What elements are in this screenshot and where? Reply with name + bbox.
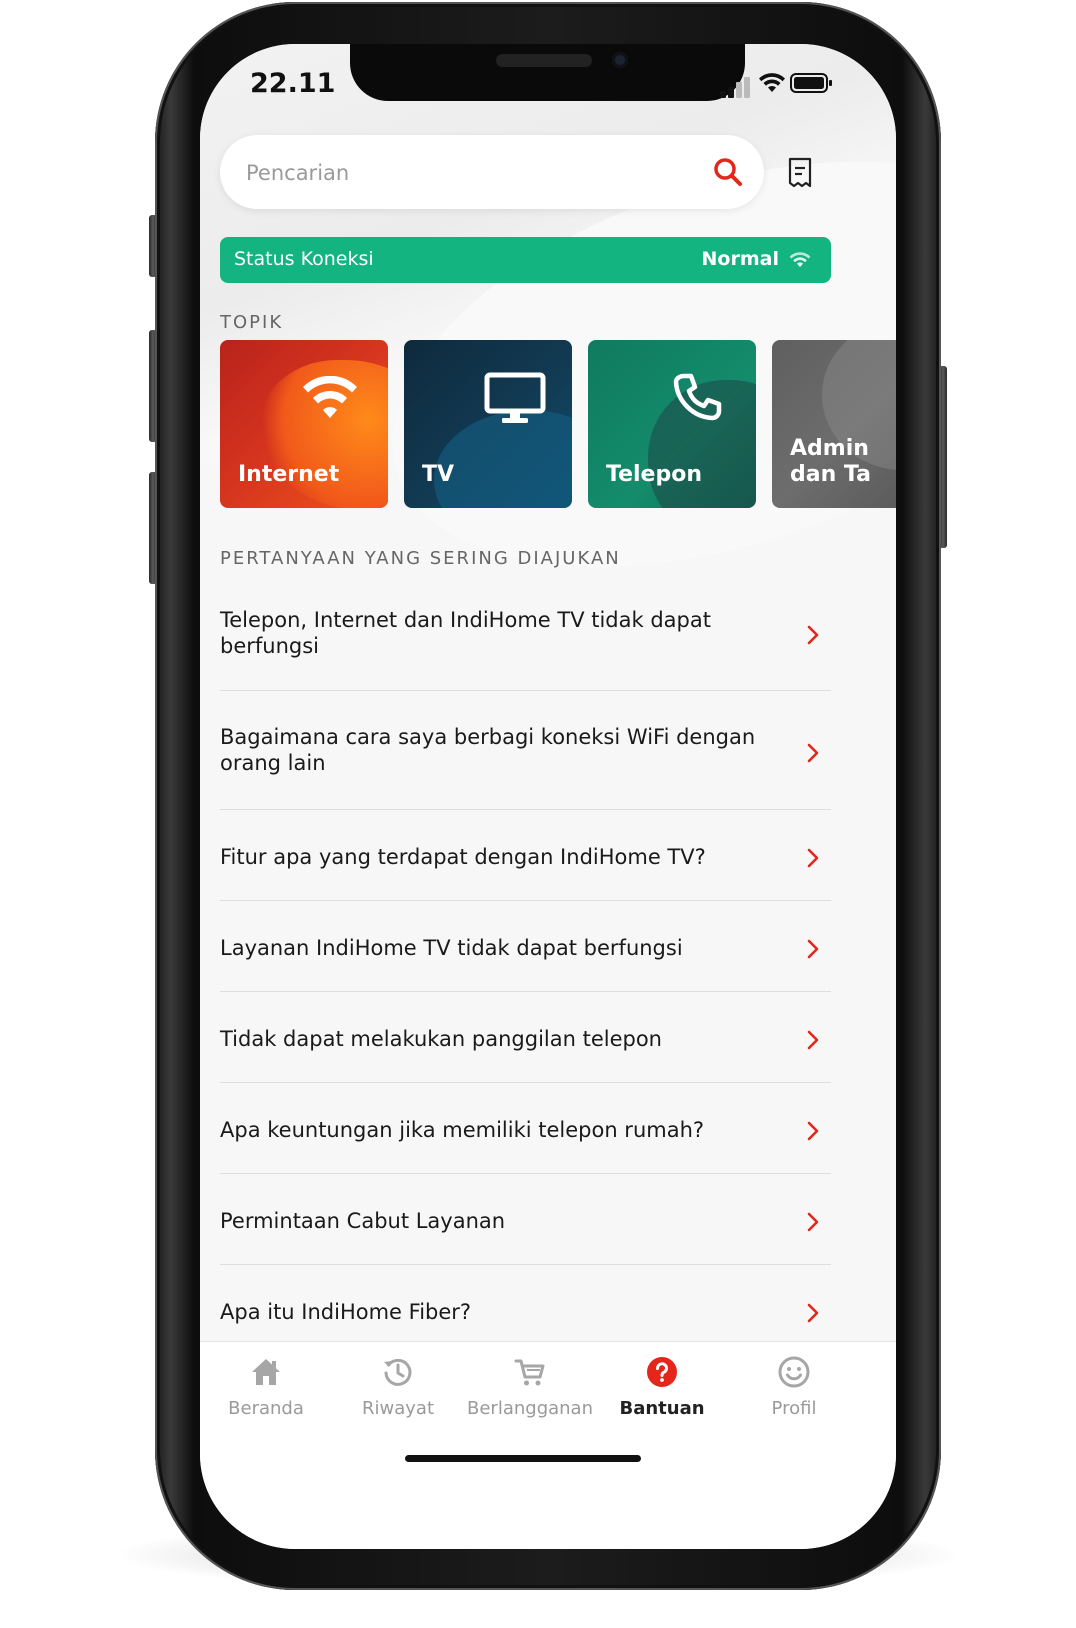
tab-label: Beranda (228, 1398, 304, 1419)
speaker-grille (496, 54, 592, 67)
help-icon (647, 1357, 677, 1387)
status-time: 22.11 (250, 68, 336, 99)
chevron-right-icon (807, 939, 819, 959)
connection-status-label: Status Koneksi (234, 248, 374, 270)
faq-question: Fitur apa yang terdapat dengan IndiHome … (220, 845, 706, 869)
tab-bantuan[interactable]: Bantuan (596, 1342, 728, 1442)
topic-label: Admin dan Ta (790, 436, 871, 487)
faq-title: PERTANYAAN YANG SERING DIAJUKAN (220, 548, 621, 569)
chevron-right-icon (807, 743, 819, 763)
tab-berlangganan[interactable]: Berlangganan (464, 1342, 596, 1442)
faq-item[interactable]: Apa keuntungan jika memiliki telepon rum… (220, 1083, 831, 1174)
faq-question: Apa itu IndiHome Fiber? (220, 1300, 472, 1324)
chevron-right-icon (807, 848, 819, 868)
wifi-icon (303, 376, 357, 418)
monitor-icon (484, 372, 546, 423)
chevron-right-icon (807, 625, 819, 645)
faq-item[interactable]: Tidak dapat melakukan panggilan telepon (220, 992, 831, 1083)
faq-question: Tidak dapat melakukan panggilan telepon (220, 1027, 662, 1051)
front-camera (612, 52, 628, 68)
tab-label: Bantuan (619, 1398, 705, 1419)
tab-profil[interactable]: Profil (728, 1342, 860, 1442)
chevron-right-icon (807, 1030, 819, 1050)
topics-carousel[interactable]: Internet TV Telepon Admin dan Ta (220, 340, 896, 510)
battery-icon (790, 73, 832, 93)
faq-question: Telepon, Internet dan IndiHome TV tidak … (220, 608, 711, 658)
home-indicator (405, 1455, 641, 1462)
cart-icon (514, 1359, 545, 1386)
faq-question: Apa keuntungan jika memiliki telepon rum… (220, 1118, 705, 1142)
tab-label: Berlangganan (467, 1398, 593, 1419)
topic-label: TV (422, 462, 455, 487)
faq-list: Telepon, Internet dan IndiHome TV tidak … (220, 593, 831, 1356)
topic-label: Telepon (606, 462, 702, 487)
connection-status-value: Normal (701, 248, 779, 270)
topic-internet[interactable]: Internet (220, 340, 388, 508)
app-screen: 22.11 Pencarian Status Koneksi Normal TO… (200, 44, 896, 1549)
device-mockup: 22.11 Pencarian Status Koneksi Normal TO… (0, 0, 1076, 1628)
receipt-icon[interactable] (787, 157, 813, 189)
faq-question: Permintaan Cabut Layanan (220, 1209, 506, 1233)
bottom-tab-bar: Beranda Riwayat Berlangganan Bantuan Pro… (200, 1341, 896, 1549)
faq-item[interactable]: Permintaan Cabut Layanan (220, 1174, 831, 1265)
connection-status-bar[interactable]: Status Koneksi Normal (220, 237, 831, 283)
topic-label: Internet (238, 462, 340, 487)
notch (350, 44, 745, 101)
wifi-icon (789, 252, 811, 267)
topic-tv[interactable]: TV (404, 340, 572, 508)
topic-admin[interactable]: Admin dan Ta (772, 340, 896, 508)
search-icon[interactable] (713, 157, 743, 187)
search-input[interactable] (244, 135, 688, 211)
chevron-right-icon (807, 1303, 819, 1323)
faq-item[interactable]: Layanan IndiHome TV tidak dapat berfungs… (220, 901, 831, 992)
phone-icon (673, 373, 722, 421)
tab-label: Riwayat (362, 1398, 434, 1419)
history-icon (384, 1358, 412, 1386)
faq-item[interactable]: Fitur apa yang terdapat dengan IndiHome … (220, 810, 831, 901)
smile-icon (778, 1356, 810, 1388)
tab-beranda[interactable]: Beranda (200, 1342, 332, 1442)
search-bar[interactable] (220, 135, 764, 211)
faq-question: Bagaimana cara saya berbagi koneksi WiFi… (220, 725, 756, 775)
signal-icon (720, 72, 754, 98)
home-icon (252, 1359, 280, 1385)
wifi-status-icon (759, 73, 785, 92)
chevron-right-icon (807, 1121, 819, 1141)
tab-label: Profil (771, 1398, 817, 1419)
faq-question: Layanan IndiHome TV tidak dapat berfungs… (220, 936, 683, 960)
faq-item[interactable]: Bagaimana cara saya berbagi koneksi WiFi… (220, 691, 831, 810)
chevron-right-icon (807, 1212, 819, 1232)
topics-title: TOPIK (220, 312, 284, 333)
tab-riwayat[interactable]: Riwayat (332, 1342, 464, 1442)
topic-telepon[interactable]: Telepon (588, 340, 756, 508)
faq-item[interactable]: Telepon, Internet dan IndiHome TV tidak … (220, 593, 831, 691)
